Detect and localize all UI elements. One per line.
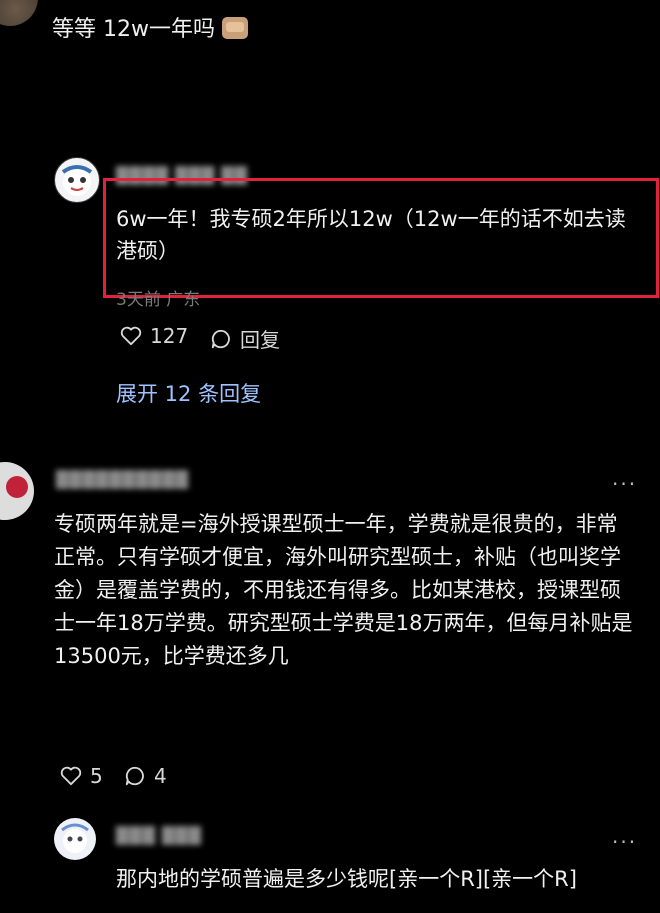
comment-2-more-button[interactable]: ...: [612, 466, 637, 490]
heart-icon: [120, 326, 142, 346]
reply-1-like-count: 127: [150, 324, 189, 348]
reply-1-like-button[interactable]: 127: [120, 324, 188, 348]
reply-1-avatar[interactable]: [54, 157, 100, 203]
reply-1-text: 6w一年！我专硕2年所以12w（12w一年的话不如去读港硕）: [116, 207, 626, 263]
comment-2-avatar[interactable]: [0, 462, 34, 520]
reply-2-more-button[interactable]: ...: [612, 824, 637, 848]
comment-bubble-icon: [211, 329, 230, 348]
heart-icon: [60, 766, 82, 786]
top-comment-body: 等等 12w一年吗: [52, 17, 215, 42]
reply-label: 回复: [240, 328, 280, 352]
reply-2-username[interactable]: ███ ███: [116, 826, 202, 845]
avatar-top[interactable]: [0, 0, 38, 26]
face-palm-emoji-icon: [221, 17, 248, 39]
comment-2-comment-count: 4: [154, 764, 167, 788]
top-comment-text: 等等 12w一年吗: [52, 14, 612, 45]
expand-replies-link[interactable]: 展开 12 条回复: [116, 378, 261, 408]
comment-2-like-count: 5: [90, 764, 103, 788]
comment-2-username[interactable]: ██████████: [56, 470, 189, 489]
reply-2-avatar[interactable]: [54, 818, 96, 860]
comment-bubble-icon: [125, 766, 144, 786]
reply-1-reply-button[interactable]: 回复: [210, 324, 280, 353]
comment-2-like-button[interactable]: 5: [60, 764, 103, 788]
comment-2-comment-button[interactable]: 4: [124, 764, 167, 788]
reply-2-text: 那内地的学硕普遍是多少钱呢[亲一个R][亲一个R]: [116, 867, 577, 891]
reply-1-time-location: 3天前 广东: [116, 290, 201, 310]
comment-2-text: 专硕两年就是=海外授课型硕士一年，学费就是很贵的，非常正常。只有学硕才便宜，海外…: [54, 512, 633, 668]
